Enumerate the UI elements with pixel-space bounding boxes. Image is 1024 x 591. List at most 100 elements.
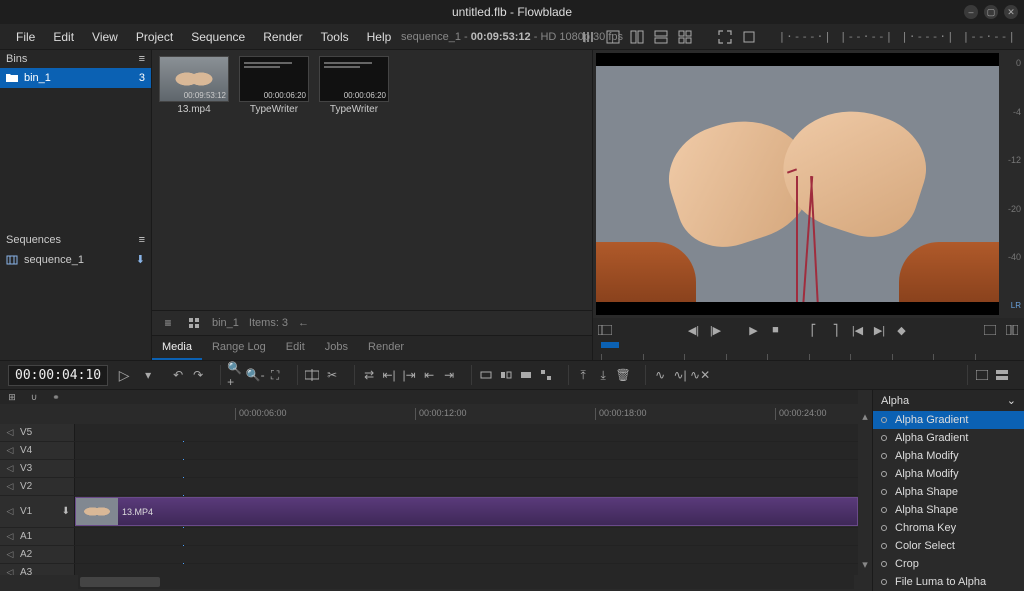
track-head-v1[interactable]: ◁V1⬇ (0, 496, 75, 527)
monitor-ruler[interactable] (593, 342, 1024, 360)
zoom-in-button[interactable]: 🔍+ (227, 367, 243, 383)
sequence-item[interactable]: sequence_1 ⬇ (0, 249, 151, 270)
trim-view-icon[interactable] (982, 322, 998, 338)
ripple-button-2[interactable]: |⇥ (401, 367, 417, 383)
expand-icon[interactable] (741, 29, 757, 45)
menu-tools[interactable]: Tools (313, 26, 357, 48)
insert-button[interactable] (478, 367, 494, 383)
minimize-button[interactable]: – (964, 5, 978, 19)
goto-in-button[interactable]: |◀ (850, 322, 866, 338)
menu-edit[interactable]: Edit (45, 26, 82, 48)
append-button[interactable] (498, 367, 514, 383)
tl-display-icon-1[interactable] (974, 367, 990, 383)
track-head-a3[interactable]: ◁A3 (0, 564, 75, 575)
delete-button[interactable]: 🗑 (615, 367, 631, 383)
monitor-source-icon[interactable] (597, 322, 613, 338)
bracket-group-1[interactable]: |·---·| (779, 30, 832, 43)
filters-dropdown-icon[interactable]: ⌄ (1007, 394, 1016, 407)
bracket-group-4[interactable]: |--·--| (963, 30, 1016, 43)
track-head-v4[interactable]: ◁V4 (0, 442, 75, 459)
redo-button[interactable]: ↷ (190, 367, 206, 383)
audio-mute-icon[interactable]: ∿✕ (692, 367, 708, 383)
play-button[interactable]: ▶ (746, 322, 762, 338)
track-head-a2[interactable]: ◁A2 (0, 546, 75, 563)
bracket-group-2[interactable]: |--·--| (840, 30, 893, 43)
ripple-button-1[interactable]: ⇤| (381, 367, 397, 383)
zoom-out-button[interactable]: 🔍- (247, 367, 263, 383)
track-head-v5[interactable]: ◁V5 (0, 424, 75, 441)
filter-item[interactable]: Chroma Key (873, 519, 1024, 537)
filter-item[interactable]: Alpha Modify (873, 465, 1024, 483)
filter-item[interactable]: Crop (873, 555, 1024, 573)
tab-render[interactable]: Render (358, 336, 414, 360)
bin-item[interactable]: bin_1 3 (0, 68, 151, 88)
timecode-display[interactable]: 00:00:04:10 (8, 365, 108, 386)
magnet-icon[interactable]: ∪ (26, 390, 42, 405)
tool-menu-chevron[interactable]: ▾ (140, 367, 156, 383)
ripple-button-3[interactable]: ⇤ (421, 367, 437, 383)
layout-icon-4[interactable] (653, 29, 669, 45)
sequences-menu-icon[interactable]: ≡ (139, 234, 145, 246)
sync-button[interactable]: ⇄ (361, 367, 377, 383)
audio-split-icon[interactable]: ∿| (672, 367, 688, 383)
bracket-group-3[interactable]: |·---·| (901, 30, 954, 43)
media-item-video[interactable]: 00:09:53:12 13.mp4 (158, 56, 230, 115)
filter-item[interactable]: Alpha Gradient (873, 429, 1024, 447)
maximize-button[interactable]: ▢ (984, 5, 998, 19)
tab-range-log[interactable]: Range Log (202, 336, 276, 360)
pointer-tool[interactable]: ▷ (116, 367, 132, 383)
three-point-button[interactable] (538, 367, 554, 383)
audio-sync-icon[interactable]: ∿ (652, 367, 668, 383)
tab-media[interactable]: Media (152, 336, 202, 360)
filter-item[interactable]: Alpha Shape (873, 501, 1024, 519)
link-icon[interactable]: ⚭ (48, 390, 64, 405)
clip-v1[interactable]: 13.MP4 (75, 497, 858, 526)
sequence-load-icon[interactable]: ⬇ (136, 253, 145, 266)
view-mode-icon[interactable] (1004, 322, 1020, 338)
tl-display-icon-2[interactable] (994, 367, 1010, 383)
tab-edit[interactable]: Edit (276, 336, 315, 360)
close-button[interactable]: ✕ (1004, 5, 1018, 19)
track-head-v2[interactable]: ◁V2 (0, 478, 75, 495)
undo-button[interactable]: ↶ (170, 367, 186, 383)
ripple-button-4[interactable]: ⇥ (441, 367, 457, 383)
menu-file[interactable]: File (8, 26, 43, 48)
lift-button[interactable]: ⤒ (575, 367, 591, 383)
prev-frame-button[interactable]: ◀| (686, 322, 702, 338)
fullscreen-icon[interactable] (717, 29, 733, 45)
scroll-up-icon[interactable]: ▴ (862, 410, 868, 423)
overwrite-button[interactable] (518, 367, 534, 383)
media-item-text-1[interactable]: 00:00:06:20 TypeWriter (238, 56, 310, 115)
menu-project[interactable]: Project (128, 26, 181, 48)
mark-in-button[interactable]: ⎡ (806, 322, 822, 338)
next-frame-button[interactable]: |▶ (708, 322, 724, 338)
menu-help[interactable]: Help (359, 26, 400, 48)
mark-out-button[interactable]: ⎤ (828, 322, 844, 338)
menu-sequence[interactable]: Sequence (183, 26, 253, 48)
goto-out-button[interactable]: ▶| (872, 322, 888, 338)
cut-button[interactable]: ✂ (324, 367, 340, 383)
filter-item[interactable]: File Luma to Alpha (873, 573, 1024, 591)
zoom-fit-button[interactable]: ⛶ (267, 367, 283, 383)
monitor-view[interactable] (596, 53, 999, 315)
filter-item[interactable]: Color Select (873, 537, 1024, 555)
filter-item[interactable]: Alpha Modify (873, 447, 1024, 465)
layout-icon-3[interactable] (629, 29, 645, 45)
track-head-v3[interactable]: ◁V3 (0, 460, 75, 477)
marker-button[interactable]: ◆ (894, 322, 910, 338)
menu-view[interactable]: View (84, 26, 126, 48)
timeline-ruler[interactable]: 00:00:06:00 00:00:12:00 00:00:18:00 00:0… (75, 404, 858, 424)
menu-render[interactable]: Render (255, 26, 310, 48)
stop-button[interactable]: ■ (768, 322, 784, 338)
scroll-down-icon[interactable]: ▾ (862, 558, 868, 571)
filter-item[interactable]: Alpha Shape (873, 483, 1024, 501)
track-head-a1[interactable]: ◁A1 (0, 528, 75, 545)
media-item-text-2[interactable]: 00:00:06:20 TypeWriter (318, 56, 390, 115)
filter-item[interactable]: Alpha Gradient (873, 411, 1024, 429)
snap-icon[interactable]: ⊞ (4, 390, 20, 405)
layout-icon-5[interactable] (677, 29, 693, 45)
extract-button[interactable]: ⤓ (595, 367, 611, 383)
tab-jobs[interactable]: Jobs (315, 336, 358, 360)
timeline-zoom-bar[interactable] (78, 575, 854, 589)
split-button[interactable] (304, 367, 320, 383)
